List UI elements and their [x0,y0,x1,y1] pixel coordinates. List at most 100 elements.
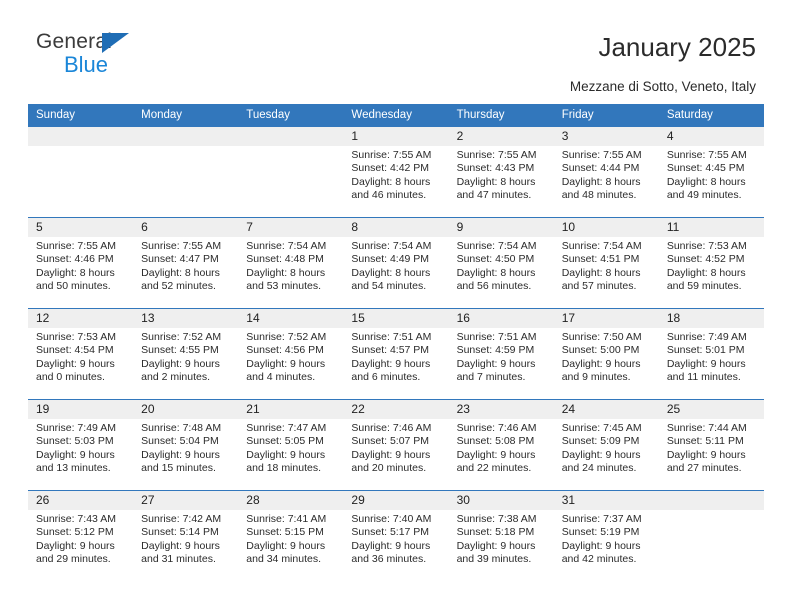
calendar-day-cell[interactable]: 1 Sunrise: 7:55 AM Sunset: 4:42 PM Daylight… [343,126,449,218]
daylight-text-line1: Daylight: 9 hours [456,539,536,552]
day-details: Sunrise: 7:55 AM Sunset: 4:45 PM Daylight:… [659,146,764,203]
calendar-day-cell[interactable]: 5 Sunrise: 7:55 AM Sunset: 4:46 PM Daylight… [28,217,134,309]
sunset-text: Sunset: 4:56 PM [246,344,324,357]
calendar-day-cell[interactable]: 16 Sunrise: 7:51 AM Sunset: 4:59 PM Dayligh… [448,308,554,400]
calendar-day-cell[interactable]: 29 Sunrise: 7:40 AM Sunset: 5:17 PM Dayligh… [343,490,449,581]
calendar-day-cell[interactable]: 11 Sunrise: 7:53 AM Sunset: 4:52 PM Dayligh… [658,217,764,309]
day-number: 28 [238,491,344,510]
calendar-day-cell[interactable]: 19 Sunrise: 7:49 AM Sunset: 5:03 PM Dayligh… [28,399,134,491]
calendar-day-cell[interactable]: 17 Sunrise: 7:50 AM Sunset: 5:00 PM Dayligh… [553,308,659,400]
calendar-day-cell[interactable]: 28 Sunrise: 7:41 AM Sunset: 5:15 PM Dayligh… [238,490,344,581]
calendar-day-cell-empty [238,126,344,218]
day-number: 11 [658,218,764,237]
calendar-day-cell[interactable]: 30 Sunrise: 7:38 AM Sunset: 5:18 PM Dayligh… [448,490,554,581]
sunset-text: Sunset: 4:51 PM [561,253,640,266]
weekday-header-monday: Monday [133,104,239,127]
sunset-text: Sunset: 5:17 PM [351,526,430,539]
day-number: 15 [343,309,449,328]
calendar-day-cell[interactable]: 15 Sunrise: 7:51 AM Sunset: 4:57 PM Dayligh… [343,308,449,400]
calendar-day-cell[interactable]: 3 Sunrise: 7:55 AM Sunset: 4:44 PM Daylight… [553,126,659,218]
sunset-text: Sunset: 4:45 PM [666,162,745,175]
sunset-text: Sunset: 5:00 PM [561,344,640,357]
day-number: 26 [28,491,134,510]
calendar-page: General Blue January 2025 Mezzane di Sot… [0,0,792,612]
daylight-text-line1: Daylight: 9 hours [36,357,115,370]
daylight-text-line2: and 22 minutes. [456,462,532,475]
calendar-body: 1 Sunrise: 7:55 AM Sunset: 4:42 PM Daylight… [28,126,764,581]
daylight-text-line2: and 59 minutes. [666,280,742,293]
daylight-text-line2: and 27 minutes. [666,462,742,475]
sunrise-text: Sunrise: 7:46 AM [456,422,537,434]
calendar-day-cell[interactable]: 21 Sunrise: 7:47 AM Sunset: 5:05 PM Dayligh… [238,399,344,491]
page-title: January 2025 [598,32,756,62]
calendar-day-cell[interactable]: 6 Sunrise: 7:55 AM Sunset: 4:47 PM Daylight… [133,217,239,309]
calendar-day-cell[interactable]: 27 Sunrise: 7:42 AM Sunset: 5:14 PM Dayligh… [133,490,239,581]
day-details: Sunrise: 7:55 AM Sunset: 4:43 PM Daylight:… [449,146,554,203]
sunrise-text: Sunrise: 7:55 AM [561,149,642,161]
sunset-text: Sunset: 5:15 PM [246,526,324,539]
daylight-text-line1: Daylight: 8 hours [666,266,746,279]
daylight-text-line2: and 52 minutes. [141,280,216,293]
sunrise-text: Sunrise: 7:43 AM [36,513,116,525]
calendar-day-cell[interactable]: 22 Sunrise: 7:46 AM Sunset: 5:07 PM Dayligh… [343,399,449,491]
sunrise-text: Sunrise: 7:51 AM [351,331,432,343]
day-number: 23 [448,400,554,419]
sunrise-text: Sunrise: 7:44 AM [666,422,747,434]
calendar-day-cell[interactable]: 23 Sunrise: 7:46 AM Sunset: 5:08 PM Dayligh… [448,399,554,491]
calendar-day-cell[interactable]: 7 Sunrise: 7:54 AM Sunset: 4:48 PM Daylight… [238,217,344,309]
calendar-day-cell[interactable]: 8 Sunrise: 7:54 AM Sunset: 4:49 PM Daylight… [343,217,449,309]
calendar-day-cell[interactable]: 9 Sunrise: 7:54 AM Sunset: 4:50 PM Daylight… [448,217,554,309]
day-details: Sunrise: 7:38 AM Sunset: 5:18 PM Daylight:… [449,510,554,567]
sunrise-text: Sunrise: 7:51 AM [456,331,537,343]
sunset-text: Sunset: 5:08 PM [456,435,535,448]
day-details: Sunrise: 7:52 AM Sunset: 4:55 PM Daylight:… [133,328,238,385]
daylight-text-line2: and 20 minutes. [351,462,427,475]
calendar-day-cell[interactable]: 25 Sunrise: 7:44 AM Sunset: 5:11 PM Dayligh… [658,399,764,491]
daylight-text-line2: and 34 minutes. [246,553,321,566]
day-number: 21 [238,400,344,419]
calendar-day-cell-empty [658,490,764,581]
sunrise-text: Sunrise: 7:54 AM [351,240,432,252]
calendar-day-cell[interactable]: 10 Sunrise: 7:54 AM Sunset: 4:51 PM Dayligh… [553,217,659,309]
day-details: Sunrise: 7:51 AM Sunset: 4:59 PM Daylight:… [449,328,554,385]
day-number: 30 [448,491,554,510]
day-number [28,127,134,146]
calendar-day-cell[interactable]: 4 Sunrise: 7:55 AM Sunset: 4:45 PM Daylight… [658,126,764,218]
general-blue-logo[interactable]: General Blue [36,30,176,80]
daylight-text-line1: Daylight: 8 hours [141,266,220,279]
day-details: Sunrise: 7:53 AM Sunset: 4:54 PM Daylight:… [28,328,133,385]
sunset-text: Sunset: 4:46 PM [36,253,114,266]
day-details: Sunrise: 7:53 AM Sunset: 4:52 PM Daylight:… [659,237,764,294]
sunset-text: Sunset: 4:48 PM [246,253,324,266]
calendar-day-cell[interactable]: 31 Sunrise: 7:37 AM Sunset: 5:19 PM Dayligh… [553,490,659,581]
sunrise-text: Sunrise: 7:49 AM [666,331,747,343]
day-details: Sunrise: 7:41 AM Sunset: 5:15 PM Daylight:… [238,510,343,567]
sunrise-text: Sunrise: 7:55 AM [666,149,747,161]
day-number: 24 [553,400,659,419]
day-details: Sunrise: 7:55 AM Sunset: 4:42 PM Daylight:… [343,146,448,203]
calendar-day-cell[interactable]: 12 Sunrise: 7:53 AM Sunset: 4:54 PM Dayligh… [28,308,134,400]
sunrise-text: Sunrise: 7:54 AM [246,240,327,252]
daylight-text-line1: Daylight: 9 hours [36,539,115,552]
daylight-text-line1: Daylight: 9 hours [246,448,326,461]
day-number [658,491,764,510]
weekday-header-saturday: Saturday [658,104,764,127]
day-number: 27 [133,491,239,510]
calendar-day-cell[interactable]: 13 Sunrise: 7:52 AM Sunset: 4:55 PM Dayligh… [133,308,239,400]
calendar-day-cell[interactable]: 26 Sunrise: 7:43 AM Sunset: 5:12 PM Dayligh… [28,490,134,581]
day-number: 10 [553,218,659,237]
calendar-day-cell[interactable]: 24 Sunrise: 7:45 AM Sunset: 5:09 PM Dayligh… [553,399,659,491]
day-details: Sunrise: 7:47 AM Sunset: 5:05 PM Daylight:… [238,419,343,476]
calendar-day-cell[interactable]: 2 Sunrise: 7:55 AM Sunset: 4:43 PM Daylight… [448,126,554,218]
day-number: 9 [448,218,554,237]
calendar-day-cell[interactable]: 20 Sunrise: 7:48 AM Sunset: 5:04 PM Dayligh… [133,399,239,491]
daylight-text-line1: Daylight: 8 hours [36,266,115,279]
calendar-day-cell[interactable]: 14 Sunrise: 7:52 AM Sunset: 4:56 PM Dayligh… [238,308,344,400]
sunset-text: Sunset: 4:55 PM [141,344,219,357]
calendar-day-cell[interactable]: 18 Sunrise: 7:49 AM Sunset: 5:01 PM Dayligh… [658,308,764,400]
sunset-text: Sunset: 5:07 PM [351,435,430,448]
day-number: 29 [343,491,449,510]
page-subtitle-location: Mezzane di Sotto, Veneto, Italy [569,79,756,94]
sunrise-text: Sunrise: 7:53 AM [666,240,747,252]
sunset-text: Sunset: 5:11 PM [666,435,744,448]
